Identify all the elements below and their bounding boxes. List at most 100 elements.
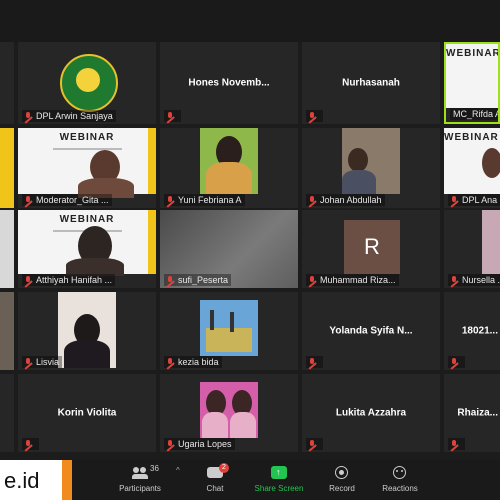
participant-name: Rhaiza...	[457, 407, 498, 419]
participant-tile-yolanda[interactable]: Yolanda Syifa N...	[302, 292, 440, 370]
profile-photo	[200, 382, 258, 438]
participant-tile-edge	[0, 210, 14, 288]
participant-name: Nursella ...	[448, 274, 500, 286]
participant-name: Korin Violita	[57, 407, 117, 419]
participant-tile-edge	[0, 374, 14, 452]
mic-muted-icon	[309, 196, 316, 204]
participant-tile-mc-rifda-active-speaker[interactable]: WEBINAR MC_Rifda Ali...	[444, 42, 500, 124]
mic-muted-icon	[25, 196, 32, 204]
mic-muted-icon	[451, 440, 458, 448]
participant-name: kezia bida	[164, 356, 222, 368]
webinar-title: WEBINAR	[59, 132, 115, 143]
mute-indicator	[448, 438, 465, 450]
reactions-button[interactable]: Reactions	[370, 464, 430, 498]
chat-label: Chat	[206, 484, 224, 493]
participants-button[interactable]: Participants	[110, 464, 170, 498]
mute-indicator	[22, 438, 39, 450]
participant-tile-sufi[interactable]: sufi_Peserta	[160, 210, 298, 288]
participant-tile-lukita[interactable]: Lukita Azzahra	[302, 374, 440, 452]
record-button[interactable]: Record	[312, 464, 372, 498]
top-strip	[0, 0, 500, 42]
participant-tile-korin[interactable]: Korin Violita	[18, 374, 156, 452]
mic-muted-icon	[167, 440, 174, 448]
participant-name: Atthiyah Hanifah ...	[22, 274, 116, 286]
share-screen-icon: ↑	[271, 466, 287, 480]
participant-tile-edge	[0, 42, 14, 124]
participant-name: Yolanda Syifa N...	[329, 325, 413, 337]
participant-name: Johan Abdullah	[306, 194, 385, 206]
participant-name: Lukita Azzahra	[335, 407, 407, 419]
participant-tile-edge	[0, 128, 14, 208]
participant-tile-moderator-gita[interactable]: WEBINAR Moderator_Gita ...	[18, 128, 156, 208]
chevron-up-icon[interactable]: ^	[176, 466, 180, 475]
mic-muted-icon	[451, 196, 458, 204]
participant-tile-lisvia[interactable]: Lisvia	[18, 292, 156, 370]
video-feed	[58, 292, 116, 368]
participant-tile-rhaiza[interactable]: Rhaiza...	[444, 374, 500, 452]
video-feed	[200, 300, 258, 356]
mic-muted-icon	[309, 440, 316, 448]
mic-muted-icon	[309, 358, 316, 366]
mic-muted-icon	[167, 276, 174, 284]
webinar-slide: WEBINAR	[444, 128, 500, 194]
chat-button[interactable]: Chat	[185, 464, 245, 498]
participant-name: Yuni Febriana A	[164, 194, 245, 206]
video-feed	[200, 128, 258, 194]
mute-indicator	[306, 110, 323, 122]
mic-muted-icon	[451, 358, 458, 366]
webinar-title: WEBINAR	[446, 48, 500, 59]
mic-muted-icon	[25, 112, 32, 120]
participant-name: 18021...	[461, 325, 498, 337]
mute-indicator	[164, 110, 181, 122]
mic-muted-icon	[167, 196, 174, 204]
webinar-title: WEBINAR	[59, 214, 115, 225]
participant-tile-ugaria[interactable]: Ugaria Lopes	[160, 374, 298, 452]
participant-tile-edge	[0, 292, 14, 370]
university-logo-icon	[60, 54, 118, 112]
brand-accent-bar	[62, 460, 72, 500]
video-feed	[342, 128, 400, 194]
participant-tile-yuni[interactable]: Yuni Febriana A	[160, 128, 298, 208]
mute-indicator	[448, 356, 465, 368]
participant-name: MC_Rifda Ali...	[450, 108, 498, 120]
participant-name: sufi_Peserta	[164, 274, 232, 286]
participant-tile-nurhasanah[interactable]: Nurhasanah	[302, 42, 440, 124]
reactions-icon	[392, 466, 408, 480]
webinar-slide: WEBINAR	[18, 128, 156, 198]
participant-name: Moderator_Gita ...	[22, 194, 112, 206]
mic-muted-icon	[25, 276, 32, 284]
webinar-slide: WEBINAR	[18, 210, 156, 276]
record-icon	[334, 466, 350, 480]
participant-tile-muhammad-riza[interactable]: R Muhammad Riza...	[302, 210, 440, 288]
participant-tile-atthiyah[interactable]: WEBINAR Atthiyah Hanifah ...	[18, 210, 156, 288]
participant-tile-hones[interactable]: Hones Novemb...	[160, 42, 298, 124]
avatar: R	[344, 220, 400, 274]
share-screen-button[interactable]: ↑ Share Screen	[249, 464, 309, 498]
participant-tile-18021[interactable]: 18021...	[444, 292, 500, 370]
participant-grid: DPL Arwin Sanjaya Hones Novemb... Nurhas…	[0, 42, 500, 460]
mic-muted-icon	[25, 358, 32, 366]
participant-name: Hones Novemb...	[188, 77, 270, 89]
participant-name: DPL Arwin Sanjaya	[22, 110, 116, 122]
mic-muted-icon	[167, 358, 174, 366]
mic-muted-icon	[309, 112, 316, 120]
webinar-slide: WEBINAR	[446, 44, 498, 108]
participant-tile-nursella[interactable]: Nursella ...	[444, 210, 500, 288]
participants-count: 36	[150, 464, 159, 473]
video-feed	[482, 210, 500, 274]
mute-indicator	[306, 438, 323, 450]
mic-muted-icon	[167, 112, 174, 120]
participant-tile-dpl-ana[interactable]: WEBINAR DPL Ana I...	[444, 128, 500, 208]
mic-muted-icon	[25, 440, 32, 448]
brand-text: e.id	[4, 468, 40, 493]
reactions-label: Reactions	[382, 484, 418, 493]
participants-label: Participants	[119, 484, 161, 493]
participant-name: DPL Ana I...	[448, 194, 500, 206]
mute-indicator	[306, 356, 323, 368]
participant-tile-dpl-arwin[interactable]: DPL Arwin Sanjaya	[18, 42, 156, 124]
participant-tile-johan[interactable]: Johan Abdullah	[302, 128, 440, 208]
participant-tile-kezia[interactable]: kezia bida	[160, 292, 298, 370]
mic-muted-icon	[451, 276, 458, 284]
participants-icon	[132, 466, 148, 480]
chat-badge: 2	[219, 463, 229, 473]
